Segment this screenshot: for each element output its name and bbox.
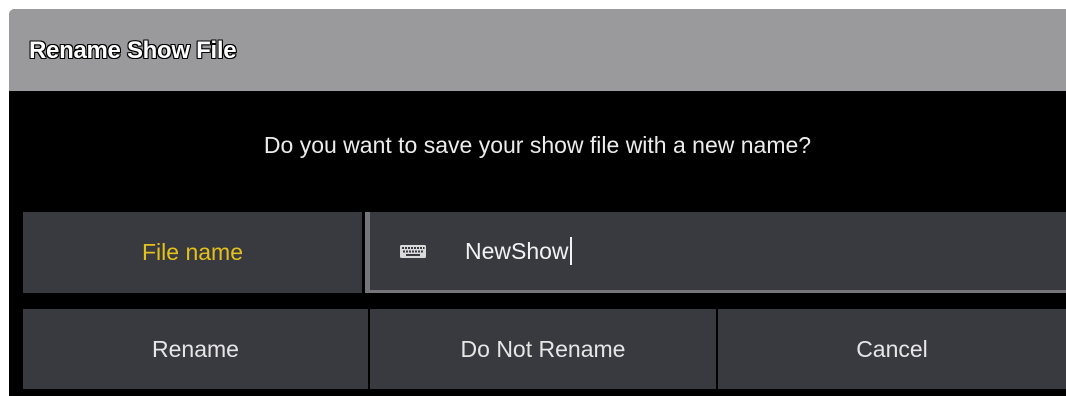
rename-show-file-dialog: Rename Show File Do you want to save you… [9,9,1066,396]
dialog-title: Rename Show File [29,37,237,64]
do-not-rename-button[interactable]: Do Not Rename [370,309,716,389]
cancel-button[interactable]: Cancel [718,309,1066,389]
file-name-label: File name [23,212,362,293]
rename-button[interactable]: Rename [23,309,368,389]
file-name-value[interactable]: NewShow [465,238,569,264]
keyboard-icon[interactable] [400,245,426,258]
dialog-message: Do you want to save your show file with … [263,132,812,158]
dialog-titlebar[interactable]: Rename Show File [9,9,1066,91]
text-caret [569,237,572,265]
file-name-value-wrap[interactable]: NewShow [465,236,572,266]
file-name-input[interactable]: NewShow [365,212,1066,293]
